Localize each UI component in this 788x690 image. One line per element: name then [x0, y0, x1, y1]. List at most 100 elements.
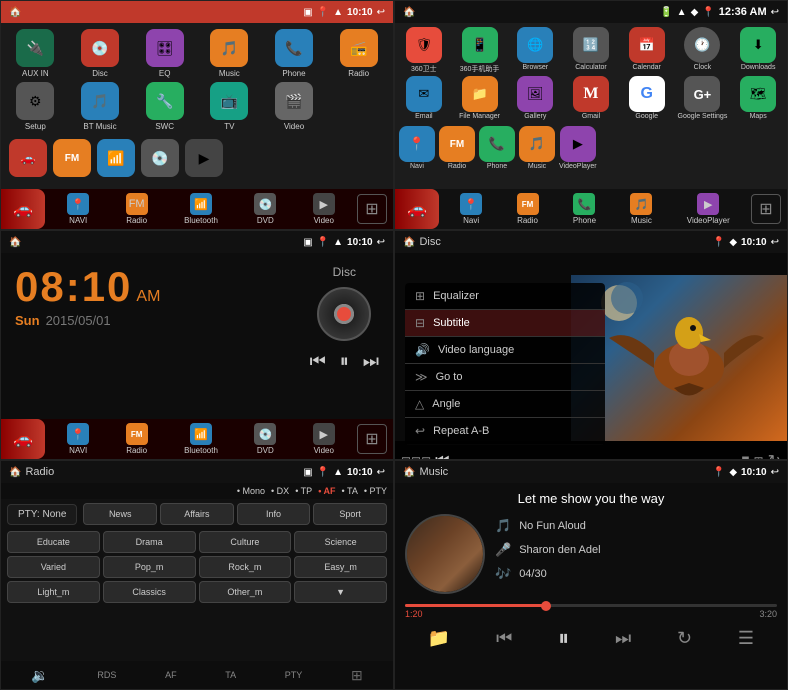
btn-easym[interactable]: Easy_m: [294, 556, 387, 578]
play-pause-button[interactable]: ⏸: [340, 351, 349, 372]
video2-icon[interactable]: ▶: [185, 139, 223, 177]
disc-repeat-btn[interactable]: ↻: [768, 451, 781, 460]
android-app-navi2[interactable]: 📍 Navi: [399, 126, 435, 170]
clock-nav-navi[interactable]: 📍 NAVI: [67, 423, 89, 455]
btn-otherm[interactable]: Other_m: [199, 581, 292, 603]
android-back-icon[interactable]: ↩: [771, 7, 779, 18]
bt-icon[interactable]: 📶: [97, 139, 135, 177]
car-icon[interactable]: 🚗: [9, 139, 47, 177]
music-prev-btn[interactable]: ⏮: [496, 628, 512, 649]
rds-btn[interactable]: RDS: [97, 670, 116, 680]
app-music[interactable]: 🎵 Music: [199, 29, 260, 78]
music-list-btn[interactable]: ☰: [738, 628, 754, 649]
car-nav-icon[interactable]: 🚗: [1, 189, 45, 229]
music-home-icon[interactable]: 🏠: [403, 467, 415, 478]
btn-news[interactable]: News: [83, 503, 157, 525]
android-app-360[interactable]: 🛡 360卫士: [397, 27, 451, 74]
android-app-maps[interactable]: 🗺 Maps: [731, 76, 785, 120]
android-car-nav[interactable]: 🚗: [395, 189, 439, 229]
music-next-btn[interactable]: ⏭: [615, 628, 631, 649]
music-folder-btn[interactable]: 📁: [428, 628, 450, 649]
android-app-email[interactable]: ✉ Email: [397, 76, 451, 120]
fm-icon[interactable]: FM: [53, 139, 91, 177]
btn-varied[interactable]: Varied: [7, 556, 100, 578]
android-app-calendar[interactable]: 📅 Calendar: [620, 27, 674, 74]
android-nav-navi[interactable]: 📍 Navi: [460, 193, 482, 225]
ta-btn[interactable]: TA: [225, 670, 236, 680]
prev-button[interactable]: ⏮: [310, 351, 326, 372]
disc-back-icon[interactable]: ↩: [771, 237, 779, 248]
nav-video[interactable]: ▶ Video: [313, 193, 335, 225]
android-app-browser[interactable]: 🌐 Browser: [508, 27, 562, 74]
menu-subtitle[interactable]: ⊟ Subtitle: [405, 310, 605, 337]
android-nav-radio[interactable]: FM Radio: [517, 193, 539, 225]
android-app-gallery[interactable]: 🖼 Gallery: [508, 76, 562, 120]
media-controls[interactable]: ⏮ ⏸ ⏭: [310, 351, 379, 372]
nav-bluetooth[interactable]: 📶 Bluetooth: [184, 193, 218, 225]
music-back-icon[interactable]: ↩: [771, 467, 779, 478]
btn-classics[interactable]: Classics: [103, 581, 196, 603]
android-app-calc[interactable]: 🔢 Calculator: [564, 27, 618, 74]
android-app-filemanager[interactable]: 📁 File Manager: [453, 76, 507, 120]
radio-back-icon[interactable]: ↩: [377, 467, 385, 478]
next-button[interactable]: ⏭: [363, 351, 379, 372]
clock-nav-dvd[interactable]: 💿 DVD: [254, 423, 276, 455]
android-app-radio2[interactable]: FM Radio: [439, 126, 475, 170]
android-grid-button[interactable]: ⊞: [751, 194, 781, 224]
app-swc[interactable]: 🔧 SWC: [134, 82, 195, 131]
menu-equalizer[interactable]: ⊞ Equalizer: [405, 283, 605, 310]
clock-grid-button[interactable]: ⊞: [357, 424, 387, 454]
eq2-btn[interactable]: ⊞: [351, 667, 363, 684]
android-app-google[interactable]: G Google: [620, 76, 674, 120]
android-app-phone2[interactable]: 📞 Phone: [479, 126, 515, 170]
btn-educate[interactable]: Educate: [7, 531, 100, 553]
disc-prev-btn[interactable]: ⏮: [435, 452, 449, 460]
music-repeat-btn[interactable]: ↻: [677, 628, 692, 649]
app-video[interactable]: 🎬 Video: [264, 82, 325, 131]
menu-video-language[interactable]: 🔊 Video language: [405, 337, 605, 364]
android-nav-video[interactable]: ▶ VideoPlayer: [687, 193, 730, 225]
home-icon[interactable]: 🏠: [9, 7, 21, 18]
pty-btn[interactable]: PTY: [285, 670, 303, 680]
app-radio[interactable]: 📻 Radio: [328, 29, 389, 78]
clock-home-icon[interactable]: 🏠: [9, 237, 21, 248]
app-eq[interactable]: 🎛 EQ: [134, 29, 195, 78]
clock-nav-bt[interactable]: 📶 Bluetooth: [184, 423, 218, 455]
android-home-icon[interactable]: 🏠: [403, 7, 415, 18]
btn-culture[interactable]: Culture: [199, 531, 292, 553]
app-setup[interactable]: ⚙ Setup: [5, 82, 66, 131]
clock-car-icon[interactable]: 🚗: [1, 419, 45, 459]
nav-dvd[interactable]: 💿 DVD: [254, 193, 276, 225]
btn-affairs[interactable]: Affairs: [160, 503, 234, 525]
clock-nav-radio[interactable]: FM Radio: [126, 423, 148, 455]
btn-lightm[interactable]: Light_m: [7, 581, 100, 603]
radio-home-icon[interactable]: 🏠: [9, 467, 21, 478]
android-nav-music[interactable]: 🎵 Music: [630, 193, 652, 225]
android-app-gmail[interactable]: M Gmail: [564, 76, 618, 120]
btn-scroll-down[interactable]: ▼: [294, 581, 387, 603]
app-phone[interactable]: 📞 Phone: [264, 29, 325, 78]
android-app-music2[interactable]: 🎵 Music: [519, 126, 555, 170]
android-app-videoplayer[interactable]: ▶ VideoPlayer: [559, 126, 597, 170]
menu-goto[interactable]: ≫ Go to: [405, 364, 605, 391]
app-bt-music[interactable]: 🎵 BT Music: [70, 82, 131, 131]
app-disc[interactable]: 💿 Disc: [70, 29, 131, 78]
android-app-clock[interactable]: 🕐 Clock: [676, 27, 730, 74]
app-tv[interactable]: 📺 TV: [199, 82, 260, 131]
disc-home-icon[interactable]: 🏠: [403, 237, 415, 248]
af-btn[interactable]: AF: [165, 670, 177, 680]
music-play-btn[interactable]: ⏸: [558, 625, 569, 651]
clock-nav-video[interactable]: ▶ Video: [313, 423, 335, 455]
android-app-downloads[interactable]: ⬇ Downloads: [731, 27, 785, 74]
disc-stop-btn[interactable]: ⏹: [742, 452, 750, 460]
btn-info[interactable]: Info: [237, 503, 311, 525]
btn-popm[interactable]: Pop_m: [103, 556, 196, 578]
android-app-360assist[interactable]: 📱 360手机助手: [453, 27, 507, 74]
btn-drama[interactable]: Drama: [103, 531, 196, 553]
nav-navi[interactable]: 📍 NAVI: [67, 193, 89, 225]
android-nav-phone[interactable]: 📞 Phone: [573, 193, 596, 225]
app-aux-in[interactable]: 🔌 AUX IN: [5, 29, 66, 78]
menu-angle[interactable]: △ Angle: [405, 391, 605, 418]
android-app-googlesettings[interactable]: G+ Google Settings: [676, 76, 730, 120]
grid-button[interactable]: ⊞: [357, 194, 387, 224]
